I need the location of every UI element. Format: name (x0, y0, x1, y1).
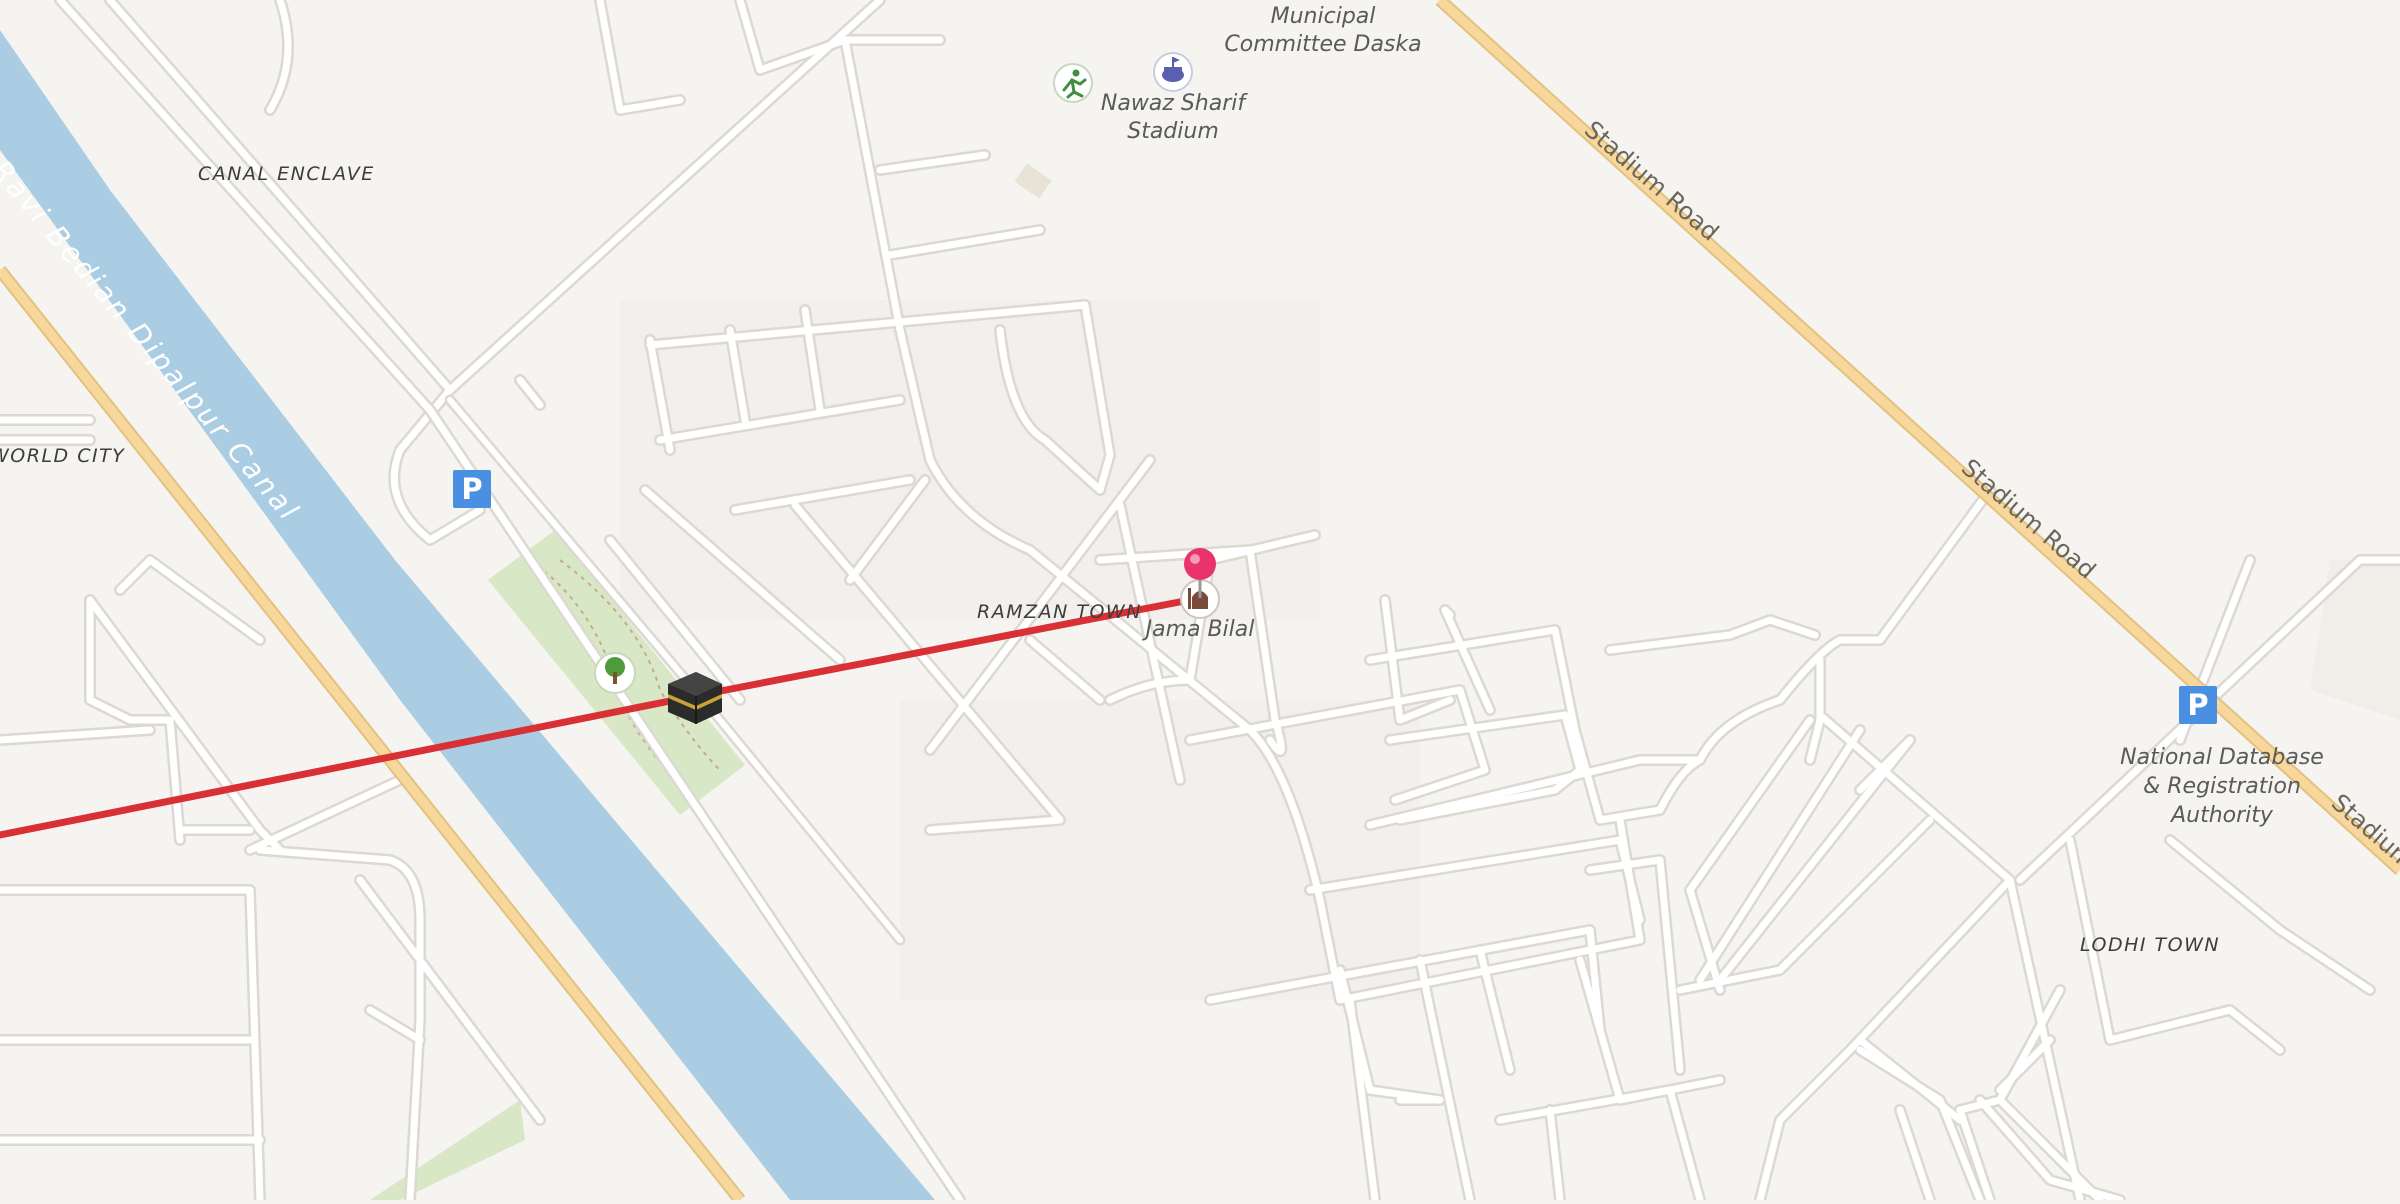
label-world-city: WORLD CITY (0, 445, 125, 467)
stadium-icon[interactable] (1153, 52, 1193, 92)
map-canvas[interactable]: CANAL ENCLAVE WORLD CITY RAMZAN TOWN LOD… (0, 0, 2400, 1204)
label-canal-enclave: CANAL ENCLAVE (198, 163, 375, 185)
label-municipal-committee-1: Municipal (1271, 4, 1376, 29)
parking-symbol: P (461, 472, 482, 506)
label-stadium-2: Stadium (1127, 119, 1219, 144)
parking-symbol: P (2187, 688, 2208, 722)
label-nadra-1: National Database (2120, 745, 2324, 770)
label-nadra-2: & Registration (2143, 774, 2301, 799)
parking-icon[interactable]: P (2179, 686, 2217, 724)
parking-icon[interactable]: P (453, 470, 491, 508)
label-nadra-3: Authority (2169, 803, 2274, 828)
tree-icon[interactable] (594, 652, 636, 694)
sports-icon[interactable] (1053, 63, 1093, 103)
label-lodhi-town: LODHI TOWN (2080, 934, 2220, 956)
label-municipal-committee-2: Committee Daska (1224, 32, 1421, 57)
label-jama-bilal: Jama Bilal (1142, 617, 1255, 642)
label-stadium-1: Nawaz Sharif (1101, 91, 1249, 116)
label-ramzan-town: RAMZAN TOWN (977, 601, 1142, 623)
